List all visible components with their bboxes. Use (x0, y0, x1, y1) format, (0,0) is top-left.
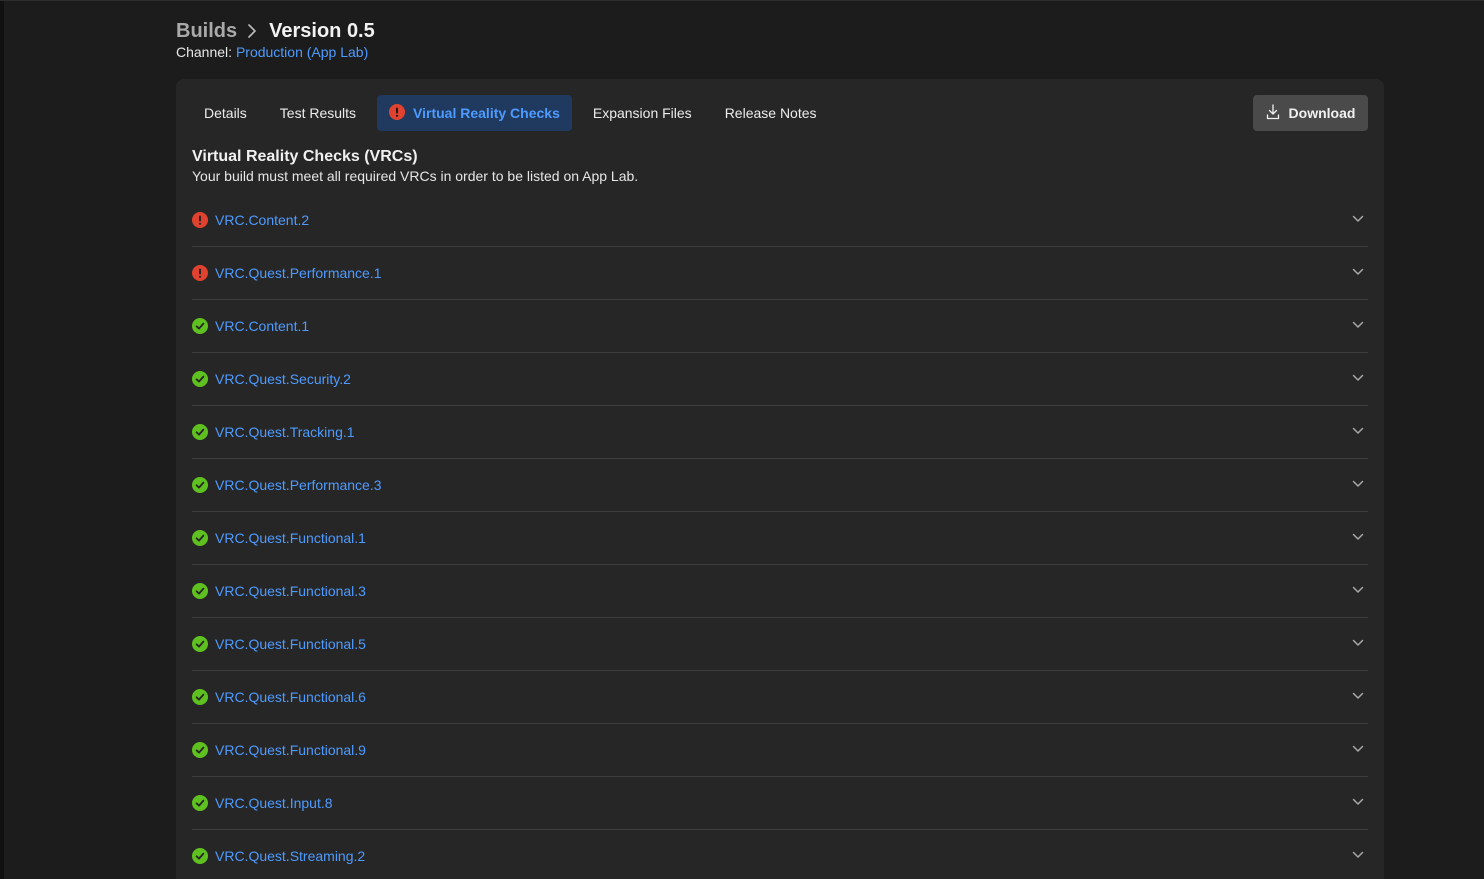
vrc-row[interactable]: VRC.Quest.Security.2 (192, 353, 1368, 406)
vrc-label[interactable]: VRC.Quest.Security.2 (215, 371, 351, 387)
vrc-section-header: Virtual Reality Checks (VRCs) Your build… (192, 148, 638, 185)
vrc-label[interactable]: VRC.Quest.Streaming.2 (215, 848, 365, 864)
page: Builds Version 0.5 Channel: Production (… (0, 0, 1484, 879)
tab-release-notes[interactable]: Release Notes (713, 95, 829, 131)
vrc-row[interactable]: VRC.Quest.Functional.3 (192, 565, 1368, 618)
channel-link[interactable]: Production (App Lab) (236, 44, 368, 60)
chevron-down-icon[interactable] (1352, 586, 1364, 594)
chevron-down-icon[interactable] (1352, 798, 1364, 806)
vrc-row[interactable]: VRC.Quest.Streaming.2 (192, 830, 1368, 879)
chevron-right-icon (237, 18, 269, 44)
vrc-row[interactable]: VRC.Quest.Tracking.1 (192, 406, 1368, 459)
tab-label: Virtual Reality Checks (413, 105, 560, 121)
check-circle-icon (192, 848, 208, 864)
check-circle-icon (192, 636, 208, 652)
check-circle-icon (192, 530, 208, 546)
vrc-row[interactable]: VRC.Quest.Functional.6 (192, 671, 1368, 724)
download-button[interactable]: Download (1253, 95, 1368, 131)
check-circle-icon (192, 477, 208, 493)
check-circle-icon (192, 583, 208, 599)
check-circle-icon (192, 371, 208, 387)
vrc-label[interactable]: VRC.Quest.Performance.1 (215, 265, 382, 281)
vrc-label[interactable]: VRC.Quest.Functional.1 (215, 530, 366, 546)
vrc-list: VRC.Content.2 VRC.Quest.Performance.1 VRC.… (192, 194, 1368, 879)
tab-label: Expansion Files (592, 105, 692, 121)
vrc-label[interactable]: VRC.Content.2 (215, 212, 309, 228)
channel-line: Channel: Production (App Lab) (176, 44, 375, 60)
chevron-down-icon[interactable] (1352, 268, 1364, 276)
check-circle-icon (192, 318, 208, 334)
alert-icon (192, 265, 208, 281)
page-header: Builds Version 0.5 Channel: Production (… (176, 18, 375, 60)
vrc-row[interactable]: VRC.Content.2 (192, 194, 1368, 247)
page-title: Version 0.5 (269, 20, 375, 42)
tab-virtual-reality-checks[interactable]: Virtual Reality Checks (377, 95, 572, 131)
vrc-label[interactable]: VRC.Content.1 (215, 318, 309, 334)
chevron-down-icon[interactable] (1352, 745, 1364, 753)
breadcrumb-builds-link[interactable]: Builds (176, 18, 237, 44)
tab-expansion-files[interactable]: Expansion Files (581, 95, 704, 131)
vrc-label[interactable]: VRC.Quest.Functional.9 (215, 742, 366, 758)
alert-icon (192, 212, 208, 228)
section-subtitle: Your build must meet all required VRCs i… (192, 168, 639, 184)
chevron-down-icon[interactable] (1352, 851, 1364, 859)
chevron-down-icon[interactable] (1352, 533, 1364, 541)
left-edge (0, 1, 4, 879)
vrc-label[interactable]: VRC.Quest.Functional.6 (215, 689, 366, 705)
download-icon (1266, 103, 1289, 123)
vrc-label[interactable]: VRC.Quest.Functional.3 (215, 583, 366, 599)
chevron-down-icon[interactable] (1352, 374, 1364, 382)
check-circle-icon (192, 424, 208, 440)
build-card: Details Test Results Virtual Reality Che… (176, 79, 1384, 879)
vrc-row[interactable]: VRC.Quest.Performance.1 (192, 247, 1368, 300)
chevron-down-icon[interactable] (1352, 692, 1364, 700)
tab-label: Test Results (279, 105, 357, 121)
check-circle-icon (192, 795, 208, 811)
vrc-row[interactable]: VRC.Quest.Functional.5 (192, 618, 1368, 671)
chevron-down-icon[interactable] (1352, 480, 1364, 488)
vrc-row[interactable]: VRC.Quest.Functional.9 (192, 724, 1368, 777)
tab-label: Details (204, 105, 247, 121)
channel-label: Channel: (176, 44, 233, 60)
chevron-down-icon[interactable] (1352, 215, 1364, 223)
check-circle-icon (192, 742, 208, 758)
vrc-label[interactable]: VRC.Quest.Tracking.1 (215, 424, 355, 440)
vrc-label[interactable]: VRC.Quest.Performance.3 (215, 477, 382, 493)
tab-details[interactable]: Details (192, 95, 259, 131)
vrc-row[interactable]: VRC.Quest.Input.8 (192, 777, 1368, 830)
vrc-row[interactable]: VRC.Quest.Performance.3 (192, 459, 1368, 512)
vrc-row[interactable]: VRC.Content.1 (192, 300, 1368, 353)
check-circle-icon (192, 689, 208, 705)
download-label: Download (1288, 105, 1356, 121)
chevron-down-icon[interactable] (1352, 427, 1364, 435)
vrc-label[interactable]: VRC.Quest.Input.8 (215, 795, 333, 811)
alert-icon (389, 103, 406, 123)
tab-label: Release Notes (724, 105, 817, 121)
tab-test-results[interactable]: Test Results (268, 95, 368, 131)
section-title: Virtual Reality Checks (VRCs) (192, 148, 418, 165)
chevron-down-icon[interactable] (1352, 321, 1364, 329)
vrc-row[interactable]: VRC.Quest.Functional.1 (192, 512, 1368, 565)
vrc-label[interactable]: VRC.Quest.Functional.5 (215, 636, 366, 652)
tab-bar: Details Test Results Virtual Reality Che… (192, 95, 838, 131)
breadcrumb: Builds Version 0.5 (176, 18, 375, 44)
chevron-down-icon[interactable] (1352, 639, 1364, 647)
